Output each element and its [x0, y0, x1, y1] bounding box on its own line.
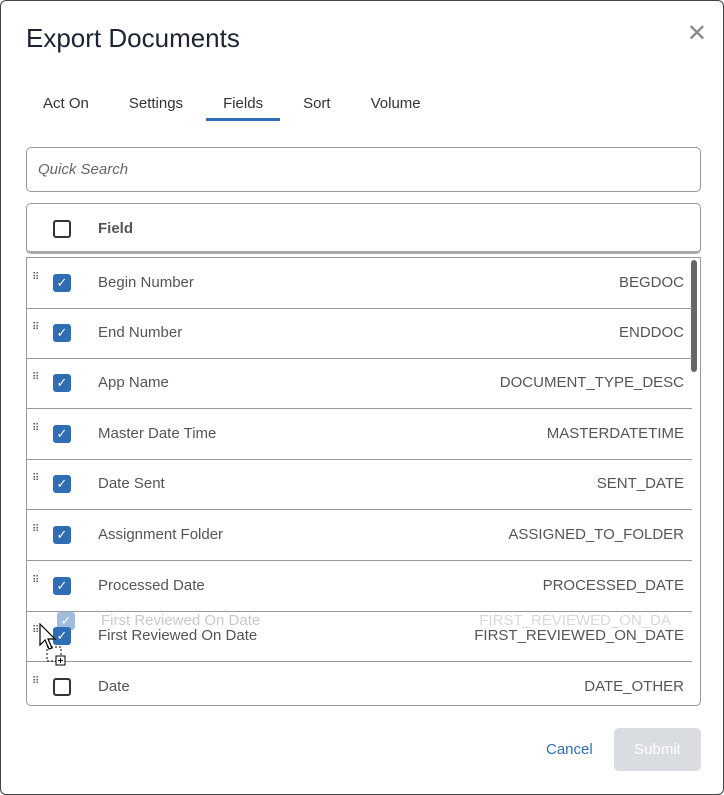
field-checkbox[interactable]: ✓ — [53, 475, 71, 493]
field-name: Master Date Time — [98, 425, 217, 442]
drag-copy-cursor-icon — [39, 623, 66, 666]
field-row[interactable]: ⠿ ✓ End Number ENDDOC — [27, 308, 692, 359]
drag-handle-icon[interactable]: ⠿ — [32, 424, 42, 434]
field-column-header: Field — [98, 220, 134, 237]
field-checkbox[interactable] — [53, 678, 71, 696]
field-code: SENT_DATE — [596, 475, 684, 492]
field-name: Date — [98, 678, 130, 695]
field-checkbox[interactable]: ✓ — [53, 526, 71, 544]
cancel-button[interactable]: Cancel — [546, 741, 593, 758]
field-checkbox[interactable]: ✓ — [53, 274, 71, 292]
field-code: ASSIGNED_TO_FOLDER — [508, 526, 684, 543]
field-name: App Name — [98, 374, 169, 391]
field-checkbox[interactable]: ✓ — [53, 425, 71, 443]
close-icon[interactable]: ✕ — [687, 19, 707, 48]
tab-bar: Act On Settings Fields Sort Volume — [26, 95, 444, 121]
field-row[interactable]: ⠿ ✓ Processed Date PROCESSED_DATE — [27, 561, 692, 612]
tab-volume[interactable]: Volume — [354, 95, 438, 121]
drag-handle-icon[interactable]: ⠿ — [32, 677, 42, 687]
drag-handle-icon[interactable]: ⠿ — [32, 474, 42, 484]
field-code: PROCESSED_DATE — [542, 577, 684, 594]
field-name: Processed Date — [98, 577, 205, 594]
field-name: Begin Number — [98, 274, 194, 291]
tab-sort[interactable]: Sort — [286, 95, 348, 121]
field-row[interactable]: ⠿ ✓ Master Date Time MASTERDATETIME — [27, 409, 692, 460]
drag-handle-icon[interactable]: ⠿ — [32, 373, 42, 383]
field-row[interactable]: ⠿ ✓ Date Sent SENT_DATE — [27, 459, 692, 510]
field-code: FIRST_REVIEWED_ON_DATE — [474, 627, 684, 644]
field-checkbox[interactable]: ✓ — [53, 324, 71, 342]
field-checkbox[interactable]: ✓ — [53, 374, 71, 392]
field-checkbox[interactable]: ✓ — [53, 577, 71, 595]
field-code: BEGDOC — [618, 274, 684, 291]
tab-settings[interactable]: Settings — [112, 95, 200, 121]
field-name: Date Sent — [98, 475, 165, 492]
field-name: First Reviewed On Date — [98, 627, 258, 644]
field-row[interactable]: ⠿ Date DATE_OTHER — [27, 662, 692, 705]
quick-search-input[interactable] — [26, 147, 701, 192]
field-name: End Number — [98, 324, 183, 341]
tab-act-on[interactable]: Act On — [26, 95, 106, 121]
field-list: ⠿ ✓ Begin Number BEGDOC ⠿ ✓ End Number EN… — [26, 257, 701, 706]
export-documents-dialog: Export Documents ✕ Act On Settings Field… — [0, 0, 724, 795]
field-row[interactable]: ⠿ ✓ App Name DOCUMENT_TYPE_DESC — [27, 358, 692, 409]
field-row[interactable]: ⠿ ✓ Assignment Folder ASSIGNED_TO_FOLDER — [27, 510, 692, 561]
select-all-checkbox[interactable] — [53, 220, 71, 238]
table-header: Field — [26, 203, 701, 254]
field-code: ENDDOC — [618, 324, 684, 341]
field-row[interactable]: ⠿ ✓ Begin Number BEGDOC — [27, 258, 692, 309]
submit-button[interactable]: Submit — [614, 728, 701, 771]
drag-handle-icon[interactable]: ⠿ — [32, 273, 42, 283]
field-name: Assignment Folder — [98, 526, 224, 543]
dialog-title: Export Documents — [26, 23, 240, 53]
drag-handle-icon[interactable]: ⠿ — [32, 576, 42, 586]
drag-handle-icon[interactable]: ⠿ — [32, 323, 42, 333]
field-code: MASTERDATETIME — [546, 425, 684, 442]
field-code: DOCUMENT_TYPE_DESC — [499, 374, 684, 391]
field-code: DATE_OTHER — [584, 678, 684, 695]
drag-handle-icon[interactable]: ⠿ — [32, 525, 42, 535]
field-row[interactable]: ⠿ ✓ First Reviewed On Date FIRST_REVIEWE… — [27, 611, 692, 662]
tab-fields[interactable]: Fields — [206, 95, 281, 121]
